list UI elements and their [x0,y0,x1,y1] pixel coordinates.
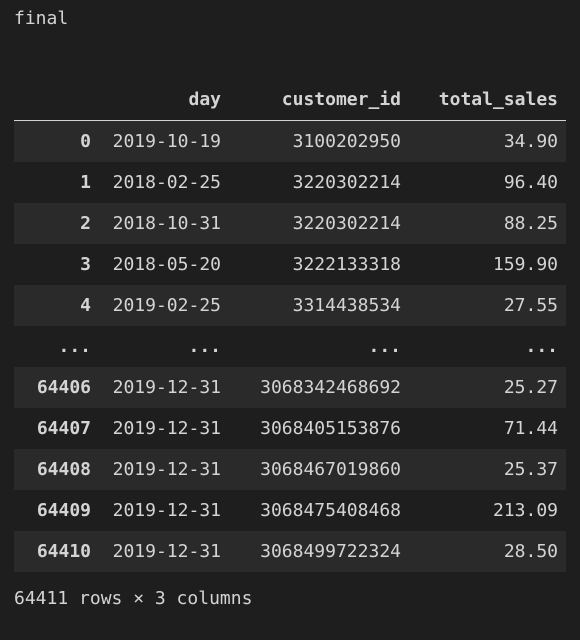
cell-index: 4 [14,285,99,326]
table-row: 64406 2019-12-31 3068342468692 25.27 [14,367,566,408]
cell-total-sales: 34.90 [409,121,566,163]
cell-total-sales: 71.44 [409,408,566,449]
cell-index: 64406 [14,367,99,408]
table-row: 64409 2019-12-31 3068475408468 213.09 [14,490,566,531]
ellipsis-cell: ... [229,326,409,367]
table-row: 1 2018-02-25 3220302214 96.40 [14,162,566,203]
cell-customer-id: 3068467019860 [229,449,409,490]
cell-index: 1 [14,162,99,203]
table-row: 2 2018-10-31 3220302214 88.25 [14,203,566,244]
cell-total-sales: 159.90 [409,244,566,285]
cell-index: 0 [14,121,99,163]
cell-customer-id: 3068499722324 [229,531,409,572]
cell-total-sales: 96.40 [409,162,566,203]
table-row: 64408 2019-12-31 3068467019860 25.37 [14,449,566,490]
header-index [14,79,99,121]
table-row: 64407 2019-12-31 3068405153876 71.44 [14,408,566,449]
cell-total-sales: 28.50 [409,531,566,572]
cell-index: 64407 [14,408,99,449]
cell-customer-id: 3220302214 [229,203,409,244]
header-row: day customer_id total_sales [14,79,566,121]
cell-total-sales: 88.25 [409,203,566,244]
cell-day: 2018-10-31 [99,203,229,244]
ellipsis-cell: ... [99,326,229,367]
cell-day: 2019-12-31 [99,490,229,531]
cell-index: 64409 [14,490,99,531]
cell-day: 2019-12-31 [99,367,229,408]
table-row: 0 2019-10-19 3100202950 34.90 [14,121,566,163]
header-customer-id: customer_id [229,79,409,121]
cell-index: 64408 [14,449,99,490]
cell-total-sales: 27.55 [409,285,566,326]
cell-day: 2019-10-19 [99,121,229,163]
cell-customer-id: 3100202950 [229,121,409,163]
table-row: 3 2018-05-20 3222133318 159.90 [14,244,566,285]
table-row: 64410 2019-12-31 3068499722324 28.50 [14,531,566,572]
ellipsis-row: ... ... ... ... [14,326,566,367]
dataframe-summary: 64411 rows × 3 columns [14,588,566,609]
dataframe-table: day customer_id total_sales 0 2019-10-19… [14,79,566,572]
cell-day: 2019-02-25 [99,285,229,326]
cell-day: 2019-12-31 [99,531,229,572]
cell-total-sales: 25.27 [409,367,566,408]
ellipsis-cell: ... [409,326,566,367]
cell-day: 2018-05-20 [99,244,229,285]
cell-customer-id: 3068405153876 [229,408,409,449]
cell-index: 3 [14,244,99,285]
cell-customer-id: 3314438534 [229,285,409,326]
variable-name: final [14,8,566,29]
table-row: 4 2019-02-25 3314438534 27.55 [14,285,566,326]
cell-customer-id: 3222133318 [229,244,409,285]
cell-index: 64410 [14,531,99,572]
cell-day: 2018-02-25 [99,162,229,203]
cell-index: 2 [14,203,99,244]
cell-day: 2019-12-31 [99,408,229,449]
cell-total-sales: 25.37 [409,449,566,490]
ellipsis-cell: ... [14,326,99,367]
cell-customer-id: 3220302214 [229,162,409,203]
cell-total-sales: 213.09 [409,490,566,531]
cell-customer-id: 3068475408468 [229,490,409,531]
header-total-sales: total_sales [409,79,566,121]
cell-customer-id: 3068342468692 [229,367,409,408]
cell-day: 2019-12-31 [99,449,229,490]
header-day: day [99,79,229,121]
